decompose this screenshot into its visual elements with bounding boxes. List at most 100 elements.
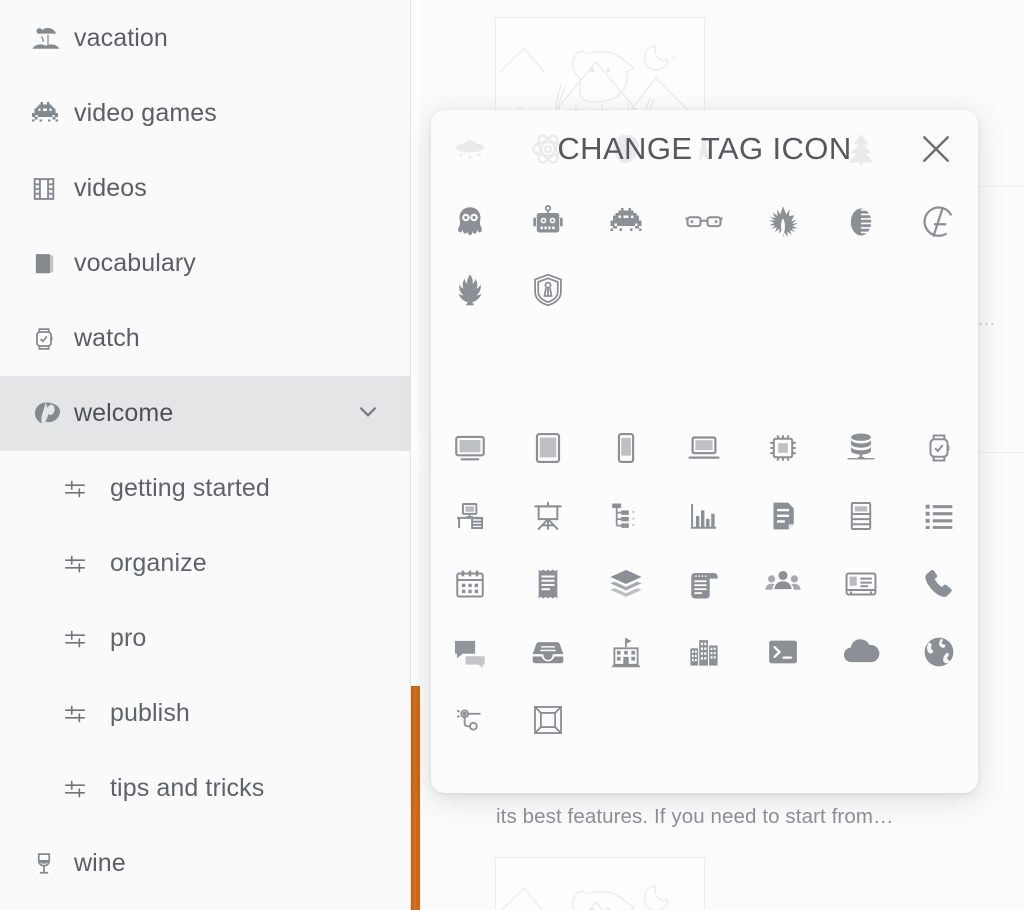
tag-sidebar[interactable]: twitter vacation [0, 0, 411, 910]
app-window: … its best features. If you need to star… [0, 0, 1024, 910]
microchip-icon[interactable] [744, 414, 822, 482]
icon-slot-empty [665, 256, 743, 324]
film-icon [30, 175, 74, 203]
calendar-icon[interactable] [431, 550, 509, 618]
dialog-title: CHANGE TAG ICON [557, 131, 851, 167]
sidebar-item-videos[interactable]: videos [0, 151, 411, 226]
smartwatch-icon [30, 325, 74, 353]
server-icon[interactable] [822, 482, 900, 550]
note-excerpt: its best features. If you need to start … [496, 805, 894, 829]
note-card[interactable] [495, 857, 705, 910]
sidebar-item-label: publish [110, 699, 190, 728]
layer-group-icon[interactable] [587, 550, 665, 618]
sidebar-item-label: tips and tricks [110, 774, 264, 803]
file-alt-icon[interactable] [744, 482, 822, 550]
icon-grid-row [431, 256, 978, 324]
sidebar-item-label: organize [110, 549, 207, 578]
sidebar-item-label: welcome [74, 399, 173, 428]
list-icon[interactable] [900, 482, 978, 550]
sidebar-item-wine[interactable]: wine [0, 826, 411, 901]
icon-slot-empty [822, 256, 900, 324]
sliders-icon [62, 701, 110, 727]
sidebar-item-vocabulary[interactable]: vocabulary [0, 226, 411, 301]
sidebar-item-label: vocabulary [74, 249, 196, 278]
sidebar-item-watch[interactable]: watch [0, 301, 411, 376]
bear-icon [30, 398, 74, 430]
inbox-icon[interactable] [509, 618, 587, 686]
sidebar-item-getting-started[interactable]: getting started [0, 451, 411, 526]
bear-hammock-illustration [496, 858, 706, 910]
icon-grid-row [431, 618, 978, 686]
cloud-icon[interactable] [822, 618, 900, 686]
sidebar-item-publish[interactable]: publish [0, 676, 411, 751]
icon-slot-empty [822, 686, 900, 754]
icon-slot-empty [744, 686, 822, 754]
sidebar-item-label: getting started [110, 474, 270, 503]
tablet-icon[interactable] [509, 414, 587, 482]
sidebar-item-welcome[interactable]: welcome [0, 376, 411, 451]
sidebar-item-tips-and-tricks[interactable]: tips and tricks [0, 751, 411, 826]
phone-icon[interactable] [900, 550, 978, 618]
ufo-icon [431, 131, 509, 167]
note-overflow-ellipsis: … [977, 309, 997, 331]
mobile-icon[interactable] [587, 414, 665, 482]
dialog-header: CHANGE TAG ICON [431, 110, 978, 188]
avengers-icon[interactable] [900, 188, 978, 256]
grid-group-gap [431, 324, 978, 414]
glasses-icon[interactable] [665, 188, 743, 256]
galactic-republic-icon[interactable] [744, 188, 822, 256]
umbrella-beach-icon [30, 24, 74, 54]
grid-group-gap [431, 754, 978, 793]
cube-icon[interactable] [509, 686, 587, 754]
icon-grid-row [431, 550, 978, 618]
sidebar-item-label: wine [74, 849, 126, 878]
book-icon [30, 250, 74, 278]
sidebar-item-label: videos [74, 174, 147, 203]
city-icon[interactable] [665, 618, 743, 686]
icon-slot-empty [900, 256, 978, 324]
smartwatch-icon[interactable] [900, 414, 978, 482]
alliance-icon[interactable] [509, 256, 587, 324]
users-icon[interactable] [744, 550, 822, 618]
close-icon[interactable] [908, 121, 964, 177]
easel-icon[interactable] [509, 482, 587, 550]
sidebar-item-organize[interactable]: organize [0, 526, 411, 601]
receipt-icon[interactable] [509, 550, 587, 618]
sidebar-item-video-games[interactable]: video games [0, 76, 411, 151]
bar-chart-icon[interactable] [665, 482, 743, 550]
comments-icon[interactable] [431, 618, 509, 686]
sidebar-item-vacation[interactable]: vacation [0, 1, 411, 76]
scroll-icon[interactable] [665, 550, 743, 618]
sliders-icon [62, 776, 110, 802]
school-icon[interactable] [587, 618, 665, 686]
wine-glass-icon [30, 850, 74, 878]
id-card-icon[interactable] [822, 550, 900, 618]
icon-slot-empty [900, 686, 978, 754]
laptop-icon[interactable] [665, 414, 743, 482]
horde-icon[interactable] [431, 256, 509, 324]
terminal-icon[interactable] [744, 618, 822, 686]
database-icon[interactable] [822, 414, 900, 482]
squid-icon[interactable] [431, 188, 509, 256]
sidebar-item-label: video games [74, 99, 217, 128]
space-invader-icon[interactable] [587, 188, 665, 256]
desk-icon[interactable] [431, 482, 509, 550]
sidebar-item-label: vacation [74, 24, 168, 53]
globe-icon[interactable] [900, 618, 978, 686]
sliders-icon [62, 626, 110, 652]
project-diagram-icon[interactable] [587, 482, 665, 550]
icon-slot-empty [744, 256, 822, 324]
sidebar-item-label: watch [74, 324, 140, 353]
chevron-down-icon[interactable] [353, 396, 383, 431]
icon-slot-empty [587, 686, 665, 754]
robot-icon[interactable] [509, 188, 587, 256]
sitemap-icon[interactable] [431, 686, 509, 754]
icon-grid-row [431, 686, 978, 754]
space-invader-icon [30, 99, 74, 129]
jedi-order-icon[interactable] [822, 188, 900, 256]
icon-slot-empty [665, 686, 743, 754]
desktop-icon[interactable] [431, 414, 509, 482]
sidebar-item-pro[interactable]: pro [0, 601, 411, 676]
selection-accent-bar [411, 686, 420, 910]
sidebar-item-label: pro [110, 624, 146, 653]
